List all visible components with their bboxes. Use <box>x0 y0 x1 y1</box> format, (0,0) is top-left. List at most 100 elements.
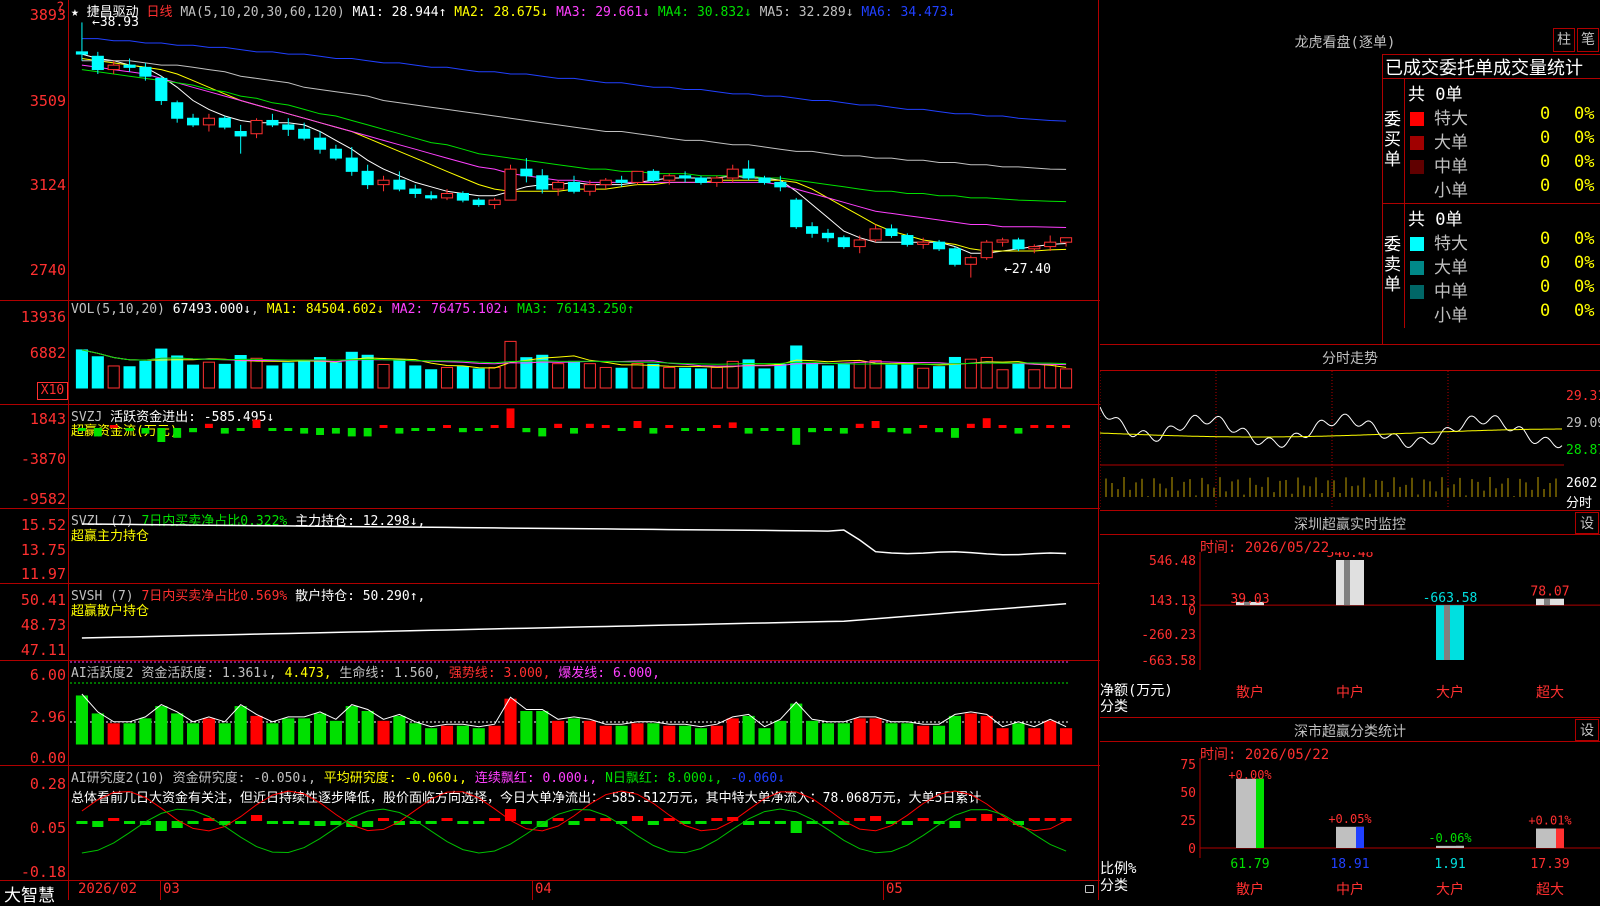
research-bar <box>489 818 501 821</box>
category-label: 超大 <box>1536 882 1564 898</box>
volume-bar <box>472 368 485 389</box>
volume-bar <box>679 367 692 389</box>
research-bar <box>330 821 342 825</box>
research-bar <box>441 818 453 821</box>
volume-bar <box>790 345 803 389</box>
high-label: ←38.93 <box>92 15 139 30</box>
candle <box>504 168 517 201</box>
activity-bar <box>599 725 612 745</box>
research-bar <box>362 821 374 827</box>
volume-bar <box>155 348 168 389</box>
candle <box>710 177 723 183</box>
research-bar <box>854 818 866 821</box>
data-label: 546.48 <box>1327 552 1374 561</box>
research-bar <box>377 818 390 821</box>
question-mark-icon[interactable]: ? <box>56 0 64 16</box>
activity-bar <box>456 725 469 745</box>
count-value: 0 <box>1540 104 1551 124</box>
stats-chart: 75 50 25 0 +0.00% 61.79 散户 +0.05% 18.91 中户 -0.06% 1… <box>1180 758 1600 898</box>
volume-bar <box>313 357 327 389</box>
sell-row-2: 中单 0 0% <box>1410 277 1600 302</box>
y-tick: 6.00 <box>29 666 66 684</box>
volume-bar <box>171 355 184 389</box>
activity-bar <box>250 715 263 745</box>
volume-bar <box>599 366 612 389</box>
research-bar <box>504 809 517 821</box>
monitor-chart: 546.48143.130-260.23-663.5839.03散户546.48… <box>1141 552 1600 701</box>
volume-bar <box>139 360 152 389</box>
y-tick: 6882 <box>29 344 66 362</box>
candle <box>885 228 898 237</box>
candle <box>218 117 231 128</box>
activity-bar <box>631 723 644 745</box>
candle <box>75 51 88 55</box>
activity-bar <box>377 720 390 745</box>
candle <box>393 179 406 190</box>
candle <box>186 117 200 126</box>
y-tick: -9582 <box>20 490 66 508</box>
ma-line-5 <box>81 60 1067 170</box>
research-bar <box>774 821 786 824</box>
y-tick: 分时 <box>1566 496 1593 511</box>
volume-bar <box>583 363 596 389</box>
research-bar <box>901 821 913 825</box>
research-bar <box>473 821 485 824</box>
research-bar <box>631 816 644 821</box>
research-bar <box>282 821 294 824</box>
volume-bar <box>774 363 787 389</box>
activity-bar <box>440 725 454 745</box>
fund-flow-bar <box>1062 425 1071 428</box>
tick-mode-button[interactable]: 笔 <box>1577 28 1599 52</box>
fund-flow-bar <box>443 425 451 428</box>
stats-settings-button[interactable]: 设 <box>1575 719 1599 741</box>
fund-flow-bar <box>125 428 134 431</box>
activity-bar <box>171 713 184 745</box>
volume-bar <box>393 359 406 389</box>
research-bar <box>1028 818 1040 821</box>
vol-unit-button[interactable]: X10 <box>37 382 68 400</box>
volume-bar <box>456 366 469 389</box>
fund-flow-bar <box>982 418 991 428</box>
volume-bar <box>726 360 739 389</box>
low-label: ←27.40 <box>1004 262 1051 277</box>
color-swatch <box>1410 309 1424 323</box>
activity-bar <box>917 725 930 745</box>
research-bar <box>92 821 104 827</box>
activity-bar <box>758 728 771 745</box>
intraday-chart[interactable] <box>1100 371 1564 507</box>
candlestick-chart[interactable] <box>70 14 1096 300</box>
candle <box>298 128 311 139</box>
candle <box>647 170 660 181</box>
sell-row-0: 特大 0 0% <box>1410 229 1600 254</box>
lock-icon[interactable] <box>1085 885 1094 893</box>
activity-bar <box>107 723 120 745</box>
research-bar <box>250 815 263 821</box>
y-tick: 28.87 <box>1566 443 1600 458</box>
volume-bar <box>996 369 1009 389</box>
research-bar <box>425 821 437 824</box>
pct-value: 0% <box>1574 128 1595 148</box>
category-label: 特大 <box>1434 234 1468 254</box>
fund-flow-bar <box>776 428 785 431</box>
stats-bar-accent <box>1356 826 1364 848</box>
buy-row-1: 大单 0 0% <box>1410 128 1600 153</box>
color-swatch <box>1410 160 1424 174</box>
y-tick: 2740 <box>29 261 66 279</box>
y-tick: 2.96 <box>29 708 66 726</box>
bar-mode-button[interactable]: 柱 <box>1553 28 1575 52</box>
monitor-settings-button[interactable]: 设 <box>1575 512 1599 534</box>
intraday-price-line <box>1100 406 1563 449</box>
activity-bar <box>155 706 168 745</box>
volume-bar <box>520 357 533 389</box>
fund-flow-bar <box>903 428 912 434</box>
fund-flow-bar <box>1046 425 1055 428</box>
candle <box>694 177 708 183</box>
y-tick: 47.11 <box>20 641 66 659</box>
dragon-tabs[interactable]: 已成交委托单成交量统计 <box>1385 54 1600 80</box>
research-bar <box>552 818 564 821</box>
category-label: 大户 <box>1436 684 1464 701</box>
fund-flow-bar <box>427 428 436 431</box>
count-value: 0 <box>1540 301 1551 321</box>
color-swatch <box>1410 285 1424 299</box>
x-tick: 03 <box>163 881 180 897</box>
